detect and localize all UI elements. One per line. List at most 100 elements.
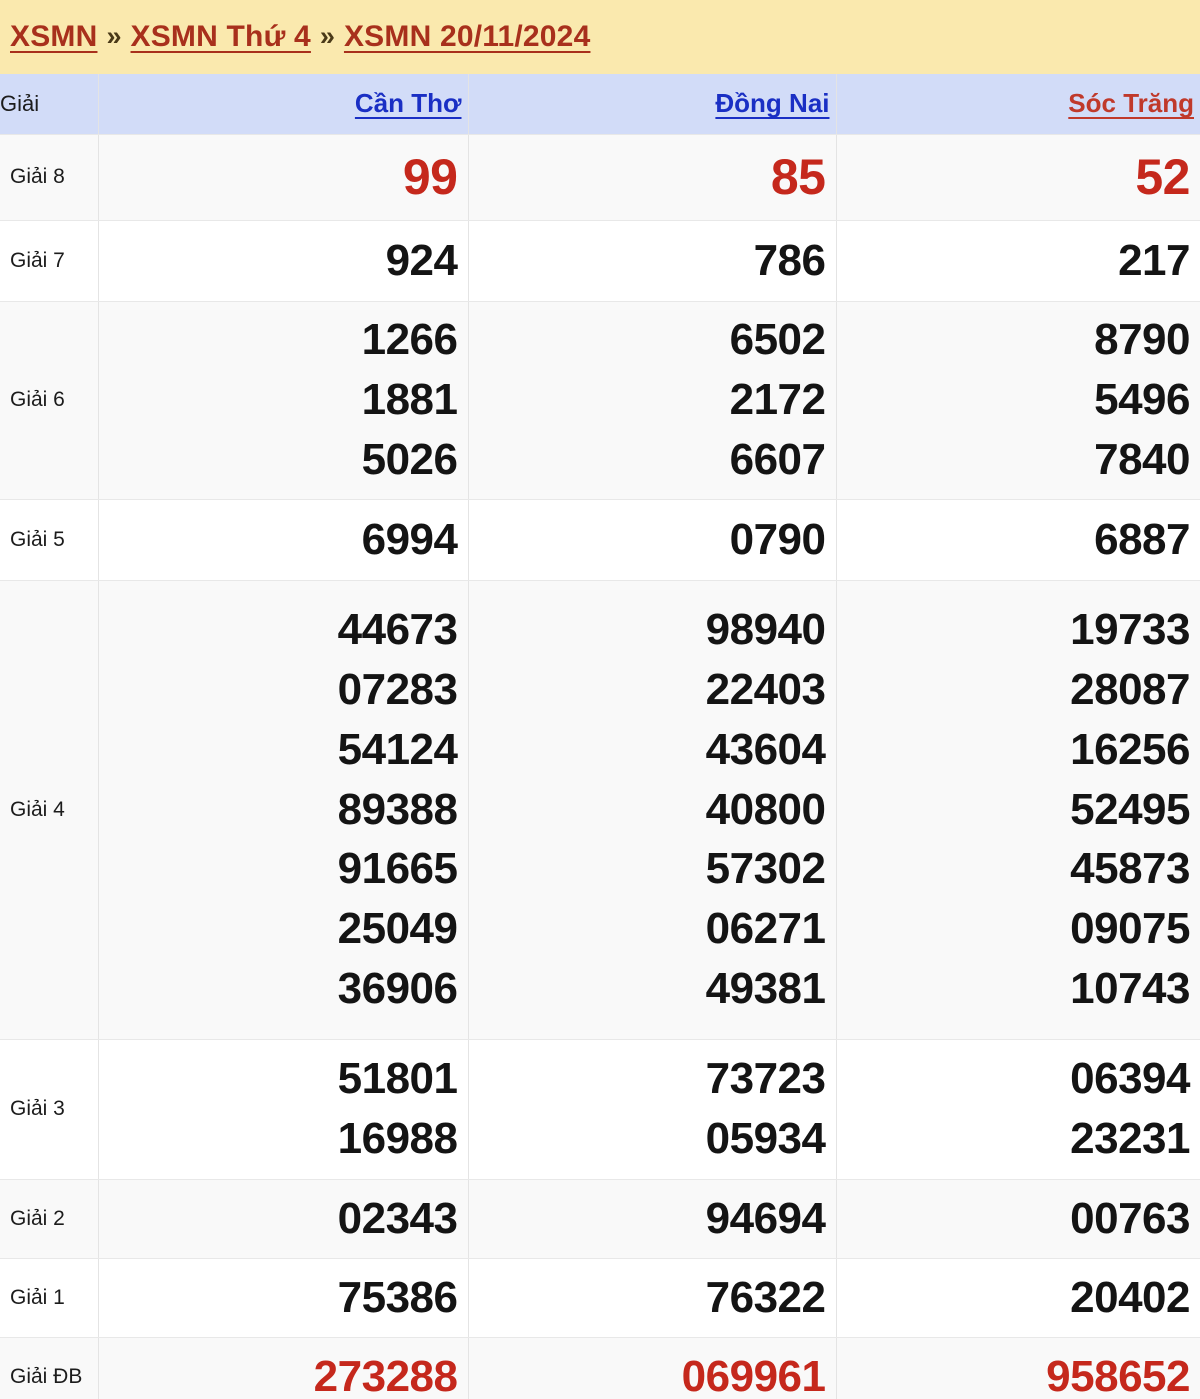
lottery-number: 98940 <box>705 605 826 655</box>
lottery-number: 40800 <box>705 784 826 834</box>
lottery-number: 00763 <box>1070 1193 1190 1243</box>
breadcrumb-item-0[interactable]: XSMN <box>10 20 97 54</box>
lottery-number: 23231 <box>1070 1114 1190 1163</box>
lottery-number: 924 <box>385 235 458 285</box>
row-label-giai-db: Giải ĐB <box>0 1337 99 1399</box>
table-row-giai-2: Giải 2 02343 94694 00763 <box>0 1179 1200 1259</box>
lottery-number: 19733 <box>1070 605 1190 655</box>
lottery-number: 6502 <box>729 315 826 365</box>
lottery-number: 99 <box>402 149 458 205</box>
cell-giai-3-dong-nai: 73723 05934 <box>468 1039 837 1180</box>
cell-giai-3-can-tho: 51801 16988 <box>98 1039 469 1180</box>
lottery-number: 07283 <box>337 664 458 714</box>
lottery-number: 5026 <box>361 434 458 484</box>
row-label-giai-5: Giải 5 <box>0 499 99 581</box>
province-link-soc-trang[interactable]: Sóc Trăng <box>1068 88 1200 119</box>
lottery-number: 45873 <box>1070 844 1190 894</box>
lottery-number: 786 <box>753 235 826 285</box>
lottery-number: 43604 <box>705 724 826 774</box>
lottery-number: 05934 <box>705 1114 826 1163</box>
header-row: Giải Cần Thơ Đồng Nai Sóc Trăng <box>0 74 1200 135</box>
cell-giai-5-dong-nai: 0790 <box>468 499 837 581</box>
lottery-number: 16988 <box>337 1114 458 1163</box>
lottery-number: 57302 <box>705 844 826 894</box>
lottery-number: 10743 <box>1070 964 1190 1014</box>
lottery-number: 09075 <box>1070 904 1190 954</box>
row-label-giai-4: Giải 4 <box>0 580 99 1040</box>
cell-giai-7-dong-nai: 786 <box>468 220 837 302</box>
cell-giai-db-can-tho: 273288 <box>98 1337 469 1399</box>
row-label-giai-6: Giải 6 <box>0 301 99 500</box>
cell-giai-2-dong-nai: 94694 <box>468 1179 837 1259</box>
cell-giai-2-can-tho: 02343 <box>98 1179 469 1259</box>
cell-giai-5-can-tho: 6994 <box>98 499 469 581</box>
breadcrumb: XSMN » XSMN Thứ 4 » XSMN 20/11/2024 <box>0 0 1200 74</box>
cell-giai-6-can-tho: 1266 1881 5026 <box>98 301 469 500</box>
lottery-number: 52 <box>1135 149 1190 205</box>
cell-giai-4-soc-trang: 19733 28087 16256 52495 45873 09075 10743 <box>836 580 1200 1040</box>
column-header-prize: Giải <box>0 74 99 135</box>
cell-giai-1-dong-nai: 76322 <box>468 1258 837 1338</box>
lottery-number: 7840 <box>1094 434 1190 484</box>
table-row-giai-db: Giải ĐB 273288 069961 958652 <box>0 1337 1200 1399</box>
lottery-number: 2172 <box>729 375 826 425</box>
cell-giai-4-can-tho: 44673 07283 54124 89388 91665 25049 36906 <box>98 580 469 1040</box>
lottery-number: 73723 <box>705 1054 826 1104</box>
lottery-number: 0790 <box>729 514 826 564</box>
lottery-number: 6994 <box>361 514 458 564</box>
table-row-giai-5: Giải 5 6994 0790 6887 <box>0 499 1200 581</box>
lottery-number: 5496 <box>1094 375 1190 425</box>
lottery-number: 91665 <box>337 844 458 894</box>
table-header: Giải Cần Thơ Đồng Nai Sóc Trăng <box>0 74 1200 135</box>
cell-giai-6-soc-trang: 8790 5496 7840 <box>836 301 1200 500</box>
column-header-province-0: Cần Thơ <box>98 74 469 135</box>
table-row-giai-6: Giải 6 1266 1881 5026 6502 2172 6607 8790 5496 78… <box>0 301 1200 500</box>
table-row-giai-7: Giải 7 924 786 217 <box>0 220 1200 302</box>
lottery-number: 54124 <box>337 724 458 774</box>
lottery-number: 22403 <box>705 664 826 714</box>
table-row-giai-8: Giải 8 99 85 52 <box>0 134 1200 221</box>
breadcrumb-item-1[interactable]: XSMN Thứ 4 <box>131 20 311 54</box>
lottery-number: 51801 <box>337 1054 458 1104</box>
lottery-number: 1266 <box>361 315 458 365</box>
lottery-number: 958652 <box>1046 1352 1190 1399</box>
cell-giai-7-can-tho: 924 <box>98 220 469 302</box>
cell-giai-8-soc-trang: 52 <box>836 134 1200 221</box>
cell-giai-2-soc-trang: 00763 <box>836 1179 1200 1259</box>
cell-giai-7-soc-trang: 217 <box>836 220 1200 302</box>
cell-giai-8-dong-nai: 85 <box>468 134 837 221</box>
lottery-number: 069961 <box>681 1352 826 1399</box>
lottery-number: 06394 <box>1070 1054 1190 1104</box>
lottery-number: 06271 <box>705 904 826 954</box>
breadcrumb-separator-1: » <box>319 20 335 51</box>
table-row-giai-1: Giải 1 75386 76322 20402 <box>0 1258 1200 1338</box>
row-label-giai-8: Giải 8 <box>0 134 99 221</box>
cell-giai-6-dong-nai: 6502 2172 6607 <box>468 301 837 500</box>
cell-giai-4-dong-nai: 98940 22403 43604 40800 57302 06271 49381 <box>468 580 837 1040</box>
lottery-number: 6887 <box>1094 514 1190 564</box>
lottery-number: 02343 <box>337 1193 458 1243</box>
lottery-number: 76322 <box>705 1272 826 1322</box>
cell-giai-1-can-tho: 75386 <box>98 1258 469 1338</box>
breadcrumb-item-2[interactable]: XSMN 20/11/2024 <box>344 20 591 54</box>
table-row-giai-3: Giải 3 51801 16988 73723 05934 06394 23231 <box>0 1039 1200 1180</box>
cell-giai-db-soc-trang: 958652 <box>836 1337 1200 1399</box>
lottery-number: 44673 <box>337 605 458 655</box>
lottery-number: 94694 <box>705 1193 826 1243</box>
province-link-can-tho[interactable]: Cần Thơ <box>355 88 468 119</box>
cell-giai-5-soc-trang: 6887 <box>836 499 1200 581</box>
lottery-number: 16256 <box>1070 724 1190 774</box>
column-header-province-1: Đồng Nai <box>468 74 837 135</box>
province-link-dong-nai[interactable]: Đồng Nai <box>715 88 835 119</box>
cell-giai-8-can-tho: 99 <box>98 134 469 221</box>
lottery-number: 273288 <box>313 1352 458 1399</box>
lottery-number: 25049 <box>337 904 458 954</box>
lottery-number: 28087 <box>1070 664 1190 714</box>
column-header-province-2: Sóc Trăng <box>836 74 1200 135</box>
cell-giai-1-soc-trang: 20402 <box>836 1258 1200 1338</box>
lottery-number: 217 <box>1118 235 1190 285</box>
lottery-number: 52495 <box>1070 784 1190 834</box>
lottery-number: 89388 <box>337 784 458 834</box>
lottery-number: 36906 <box>337 964 458 1014</box>
table-row-giai-4: Giải 4 44673 07283 54124 89388 91665 25049 3690… <box>0 580 1200 1040</box>
